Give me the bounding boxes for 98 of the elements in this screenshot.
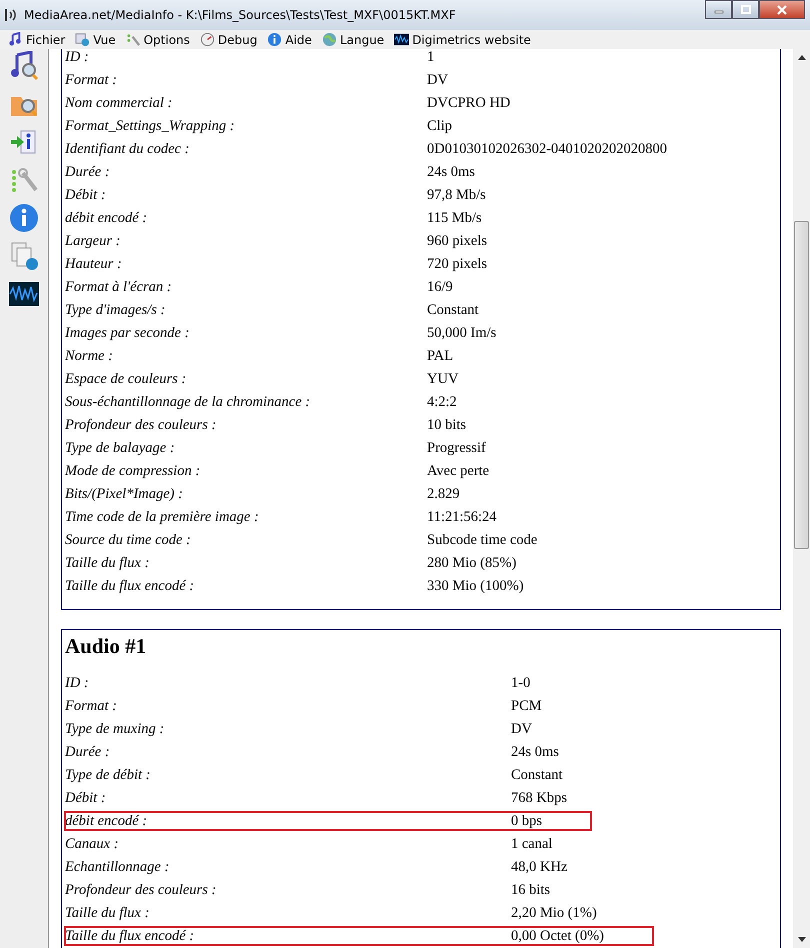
field-value: 48,0 KHz xyxy=(511,859,568,876)
field-value: DV xyxy=(427,72,448,89)
menu-item[interactable]: Digimetrics website xyxy=(394,32,531,47)
field-value: Constant xyxy=(511,767,563,784)
field-label: Time code de la première image : xyxy=(65,509,259,526)
field-label: Largeur : xyxy=(65,233,120,250)
globe-icon xyxy=(322,32,337,47)
maximize-icon xyxy=(740,4,750,14)
field-label: Type de balayage : xyxy=(65,440,175,457)
field-label: ID : xyxy=(65,49,89,66)
field-value: 960 pixels xyxy=(427,233,488,250)
info-icon xyxy=(267,32,282,47)
menu-item[interactable]: Vue xyxy=(75,32,116,47)
field-label: Identifiant du codec : xyxy=(65,141,190,158)
field-label: Images par seconde : xyxy=(65,325,190,342)
wrench-icon xyxy=(126,32,141,47)
field-value: 330 Mio (100%) xyxy=(427,578,524,595)
menu-item[interactable]: Debug xyxy=(200,32,258,47)
field-value: Subcode time code xyxy=(427,532,538,549)
field-label: Espace de couleurs : xyxy=(65,371,186,388)
field-label: Echantillonnage : xyxy=(65,859,170,876)
field-value: 1-0 xyxy=(511,675,530,692)
window-icon xyxy=(75,32,90,47)
field-label: Hauteur : xyxy=(65,256,122,273)
info-icon[interactable] xyxy=(8,203,40,233)
field-value: Avec perte xyxy=(427,463,490,480)
maximize-button[interactable] xyxy=(732,0,759,19)
scrollbar-thumb[interactable] xyxy=(794,221,809,549)
field-value: DV xyxy=(511,721,532,738)
field-value: PAL xyxy=(427,348,454,365)
field-value: 2,20 Mio (1%) xyxy=(511,905,597,922)
field-value: 0,00 Octet (0%) xyxy=(511,928,604,945)
field-label: Type de débit : xyxy=(65,767,150,784)
music-note-icon xyxy=(8,32,23,47)
field-label: Durée : xyxy=(65,164,110,181)
field-value: 2.829 xyxy=(427,486,460,503)
field-label: Taille du flux encodé : xyxy=(65,578,194,595)
field-label: Taille du flux encodé : xyxy=(65,928,194,945)
field-value: 280 Mio (85%) xyxy=(427,555,516,572)
field-value: 97,8 Mb/s xyxy=(427,187,486,204)
field-label: Format à l'écran : xyxy=(65,279,172,296)
field-label: Durée : xyxy=(65,744,110,761)
menu-item[interactable]: Fichier xyxy=(8,32,66,47)
close-button[interactable] xyxy=(759,0,805,19)
menu-item[interactable]: Options xyxy=(126,32,190,47)
field-value: 768 Kbps xyxy=(511,790,567,807)
field-value: 50,000 Im/s xyxy=(427,325,496,342)
field-label: Type d'images/s : xyxy=(65,302,166,319)
field-value: 16/9 xyxy=(427,279,453,296)
field-value: PCM xyxy=(511,698,542,715)
menu-item[interactable]: Langue xyxy=(322,32,384,47)
field-label: Nom commercial : xyxy=(65,95,172,112)
field-label: Format : xyxy=(65,698,117,715)
field-value: Constant xyxy=(427,302,479,319)
music-file-icon[interactable] xyxy=(8,51,40,81)
field-label: Type de muxing : xyxy=(65,721,164,738)
field-value: 10 bits xyxy=(427,417,466,434)
field-value: 1 xyxy=(427,49,434,66)
field-value: 115 Mb/s xyxy=(427,210,482,227)
field-value: 4:2:2 xyxy=(427,394,457,411)
field-value: 0 bps xyxy=(511,813,542,830)
minimize-button[interactable] xyxy=(705,0,732,19)
field-label: Source du time code : xyxy=(65,532,191,549)
field-label: Profondeur des couleurs : xyxy=(65,417,216,434)
field-value: 16 bits xyxy=(511,882,550,899)
menu-item[interactable]: Aide xyxy=(267,32,312,47)
field-value: Clip xyxy=(427,118,452,135)
field-label: Mode de compression : xyxy=(65,463,200,480)
field-label: Bits/(Pixel*Image) : xyxy=(65,486,183,503)
close-icon xyxy=(777,4,787,14)
field-value: 24s 0ms xyxy=(427,164,475,181)
scroll-up-icon[interactable] xyxy=(798,55,806,60)
field-label: Norme : xyxy=(65,348,113,365)
field-label: Débit : xyxy=(65,790,106,807)
field-label: Profondeur des couleurs : xyxy=(65,882,216,899)
field-label: Taille du flux : xyxy=(65,905,150,922)
field-label: Débit : xyxy=(65,187,106,204)
field-value: 0D01030102026302-0401020202020800 xyxy=(427,141,668,158)
field-label: Taille du flux : xyxy=(65,555,150,572)
field-label: ID : xyxy=(65,675,89,692)
field-value: 1 canal xyxy=(511,836,552,853)
scroll-down-icon[interactable] xyxy=(798,937,806,942)
field-label: Format : xyxy=(65,72,117,89)
window-title: MediaArea.net/MediaInfo - K:\Films_Sources\Tests\Test_MXF\0015KT.MXF xyxy=(24,8,456,22)
section-heading: Audio #1 xyxy=(65,633,148,660)
field-label: débit encodé : xyxy=(65,813,148,830)
field-value: DVCPRO HD xyxy=(427,95,510,112)
field-label: débit encodé : xyxy=(65,210,148,227)
field-label: Format_Settings_Wrapping : xyxy=(65,118,235,135)
field-value: Progressif xyxy=(427,440,486,457)
waveform-icon[interactable] xyxy=(8,279,40,309)
field-value: YUV xyxy=(427,371,458,388)
field-value: 11:21:56:24 xyxy=(427,509,497,526)
field-value: 24s 0ms xyxy=(511,744,559,761)
waveform-icon xyxy=(394,32,410,47)
field-label: Sous-échantillonnage de la chrominance : xyxy=(65,394,310,411)
field-label: Canaux : xyxy=(65,836,119,853)
field-value: 720 pixels xyxy=(427,256,488,273)
